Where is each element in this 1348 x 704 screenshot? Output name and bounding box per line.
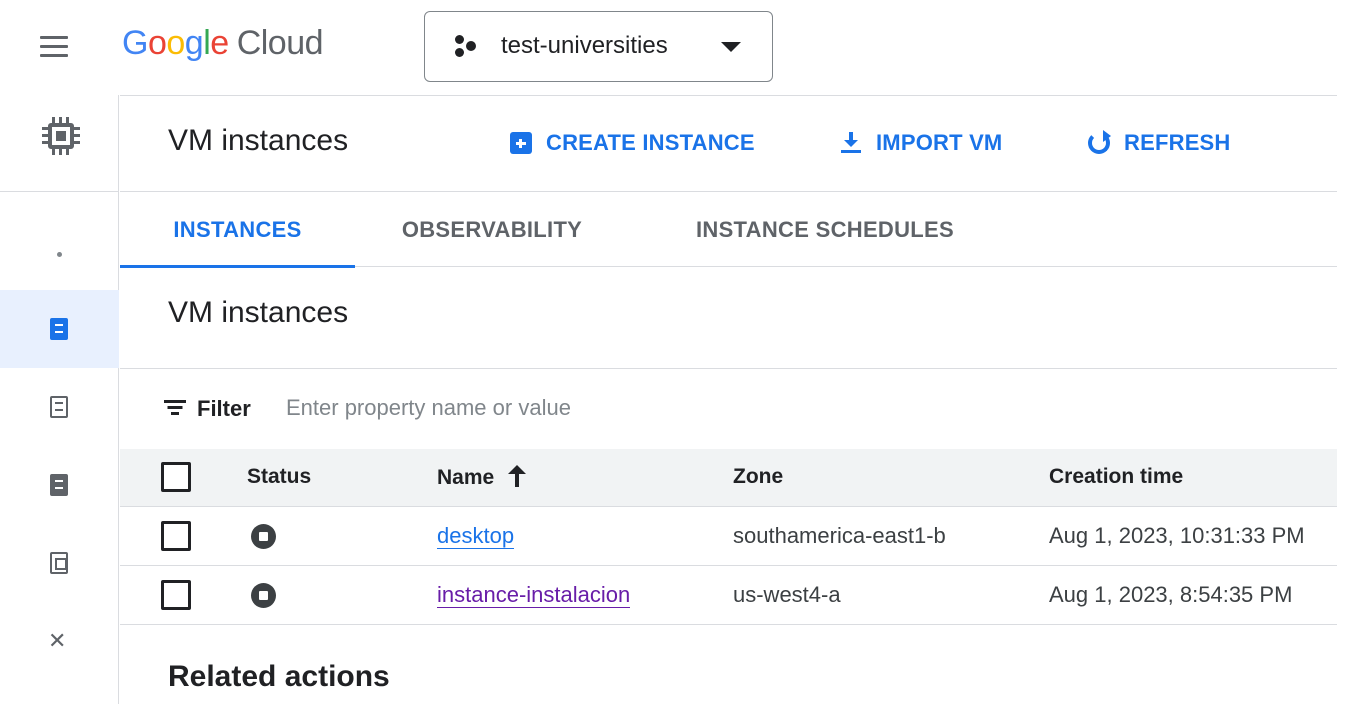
tab-bar: INSTANCES OBSERVABILITY INSTANCE SCHEDUL… <box>120 192 1337 268</box>
filter-input[interactable] <box>286 391 886 425</box>
page-header: VM instances CREATE INSTANCE IMPORT VM R… <box>120 95 1337 192</box>
rail-item-tpus[interactable]: ✕ <box>0 602 119 680</box>
filter-label[interactable]: Filter <box>197 396 251 422</box>
image-icon <box>50 552 68 574</box>
column-header-zone[interactable]: Zone <box>733 465 783 489</box>
create-instance-button[interactable]: CREATE INSTANCE <box>510 130 755 156</box>
template-icon <box>50 396 68 418</box>
instance-name-link[interactable]: instance-instalacion <box>437 582 630 608</box>
rail-item-machine-images[interactable] <box>0 524 119 602</box>
related-actions-heading: Related actions <box>168 660 390 693</box>
column-header-creation-time[interactable]: Creation time <box>1049 465 1183 489</box>
instance-creation-time: Aug 1, 2023, 8:54:35 PM <box>1049 582 1293 607</box>
node-icon <box>50 474 68 496</box>
vm-instance-icon <box>50 318 68 340</box>
select-all-checkbox[interactable] <box>161 462 191 492</box>
instance-zone: us-west4-a <box>733 582 841 607</box>
stopped-status-icon <box>251 524 276 549</box>
tab-instance-schedules[interactable]: INSTANCE SCHEDULES <box>670 192 980 267</box>
left-nav-rail: ✕ <box>0 95 119 704</box>
rail-item-vm-instances[interactable] <box>0 290 119 368</box>
arrow-up-icon <box>508 465 527 487</box>
tpu-icon: ✕ <box>48 628 67 653</box>
section-title: VM instances <box>168 296 349 329</box>
instance-zone: southamerica-east1-b <box>733 523 946 548</box>
table-row: desktop southamerica-east1-b Aug 1, 2023… <box>120 507 1337 566</box>
project-picker-button[interactable]: test-universities <box>424 11 773 82</box>
import-vm-button[interactable]: IMPORT VM <box>840 130 1002 156</box>
add-box-icon <box>510 132 532 154</box>
filter-bar: Filter <box>120 369 1337 449</box>
refresh-button[interactable]: REFRESH <box>1088 130 1231 156</box>
instance-creation-time: Aug 1, 2023, 10:31:33 PM <box>1049 523 1305 548</box>
stopped-status-icon <box>251 583 276 608</box>
download-icon <box>840 132 862 154</box>
compute-chip-icon[interactable] <box>40 115 82 157</box>
tab-observability[interactable]: OBSERVABILITY <box>382 192 602 267</box>
tab-instances[interactable]: INSTANCES <box>120 192 355 268</box>
table-row: instance-instalacion us-west4-a Aug 1, 2… <box>120 566 1337 625</box>
logo-cloud-text: Cloud <box>236 24 324 62</box>
instance-name-link[interactable]: desktop <box>437 523 514 549</box>
project-dots-icon <box>453 33 483 61</box>
google-cloud-logo[interactable]: Google Cloud <box>122 24 324 63</box>
project-name: test-universities <box>501 32 668 59</box>
rail-dot-icon <box>57 252 62 257</box>
product-header <box>0 95 119 192</box>
row-checkbox[interactable] <box>161 521 191 551</box>
column-header-status[interactable]: Status <box>247 465 311 489</box>
column-header-name[interactable]: Name <box>437 465 527 490</box>
refresh-icon <box>1088 130 1111 154</box>
rail-item-sole-tenant-nodes[interactable] <box>0 446 119 524</box>
table-header: Status Name Zone Creation time <box>120 449 1337 507</box>
top-bar: Google Cloud test-universities <box>0 0 1348 95</box>
caret-down-icon <box>721 42 741 52</box>
hamburger-menu-icon[interactable] <box>40 36 68 58</box>
filter-list-icon[interactable] <box>164 400 186 416</box>
rail-item-instance-templates[interactable] <box>0 368 119 446</box>
row-checkbox[interactable] <box>161 580 191 610</box>
page-title: VM instances <box>168 124 349 157</box>
